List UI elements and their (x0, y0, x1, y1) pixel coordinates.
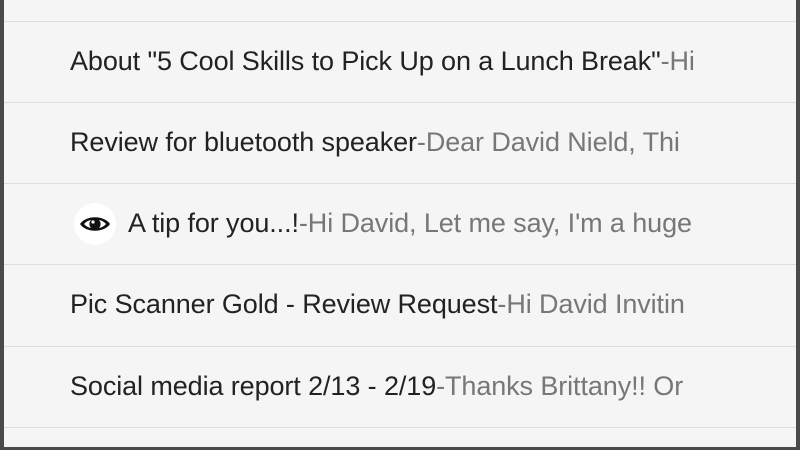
email-content: Pic Scanner Gold - Review Request - Hi D… (70, 265, 685, 344)
email-subject: About "5 Cool Skills to Pick Up on a Lun… (70, 46, 661, 76)
email-separator: - (416, 127, 426, 157)
email-row-divider (4, 427, 796, 447)
eye-icon[interactable] (74, 202, 116, 245)
email-row-4[interactable]: Pic Scanner Gold - Review Request - Hi D… (4, 264, 796, 344)
email-separator: - (298, 208, 308, 238)
email-row-2[interactable]: Review for bluetooth speaker - Dear Davi… (4, 102, 796, 182)
email-content: A tip for you...! - Hi David, Let me say… (72, 184, 692, 263)
email-content: Social media report 2/13 - 2/19 - Thanks… (70, 347, 683, 426)
email-row-3[interactable]: A tip for you...! - Hi David, Let me say… (4, 183, 796, 263)
email-content: About "5 Cool Skills to Pick Up on a Lun… (70, 22, 695, 101)
email-snippet: Hi David Invitin (506, 289, 685, 319)
email-subject: Pic Scanner Gold - Review Request (70, 289, 498, 319)
email-content: Review for bluetooth speaker - Dear Davi… (70, 103, 680, 182)
inbox-list: About "5 Cool Skills to Pick Up on a Lun… (4, 0, 796, 447)
email-snippet: Thanks Brittany!! Or (445, 371, 684, 401)
email-row-partial[interactable] (4, 0, 796, 21)
window-frame: About "5 Cool Skills to Pick Up on a Lun… (0, 0, 800, 450)
email-row-5[interactable]: Social media report 2/13 - 2/19 - Thanks… (4, 346, 796, 426)
email-separator: - (436, 371, 446, 401)
email-row-1[interactable]: About "5 Cool Skills to Pick Up on a Lun… (4, 21, 796, 101)
email-separator: - (660, 46, 670, 76)
eye-icon-graphic (80, 216, 110, 231)
email-separator: - (497, 289, 507, 319)
email-subject: Social media report 2/13 - 2/19 (70, 371, 437, 401)
email-snippet: Hi (669, 46, 695, 76)
email-snippet: Dear David Nield, Thi (425, 127, 680, 157)
email-snippet: Hi David, Let me say, I'm a huge (307, 208, 692, 238)
email-subject: Review for bluetooth speaker (70, 127, 417, 157)
email-subject: A tip for you...! (128, 208, 299, 238)
